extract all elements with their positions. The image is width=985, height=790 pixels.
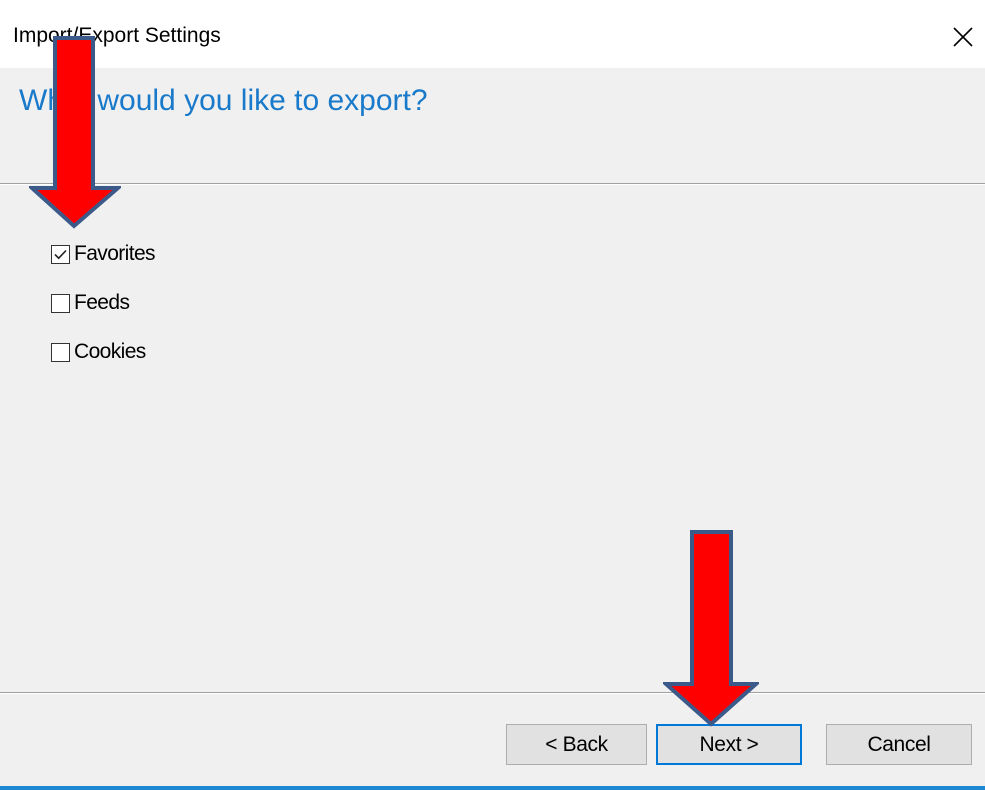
feeds-option[interactable]: Feeds	[51, 291, 130, 315]
down-arrow-annotation	[663, 530, 759, 727]
page-heading: What would you like to export?	[19, 84, 428, 117]
favorites-checkbox[interactable]	[51, 244, 70, 264]
cancel-button[interactable]: Cancel	[826, 724, 972, 765]
footer-divider	[0, 692, 985, 694]
cookies-label: Cookies	[74, 340, 146, 363]
cookies-option[interactable]: Cookies	[51, 340, 146, 364]
favorites-label: Favorites	[74, 242, 156, 265]
import-export-dialog: Import/Export Settings What would you li…	[0, 0, 985, 790]
header-divider	[0, 183, 985, 185]
cookies-checkbox[interactable]	[51, 342, 70, 362]
back-button[interactable]: < Back	[506, 724, 647, 765]
next-button[interactable]: Next >	[656, 724, 802, 765]
favorites-option[interactable]: Favorites	[51, 242, 156, 266]
window-title: Import/Export Settings	[13, 24, 221, 47]
window-bottom-border	[0, 786, 985, 790]
title-bar: Import/Export Settings	[0, 0, 985, 68]
close-icon	[953, 27, 973, 47]
feeds-label: Feeds	[74, 291, 130, 314]
checkmark-icon	[54, 249, 67, 259]
close-button[interactable]	[940, 14, 985, 60]
feeds-checkbox[interactable]	[51, 293, 70, 313]
